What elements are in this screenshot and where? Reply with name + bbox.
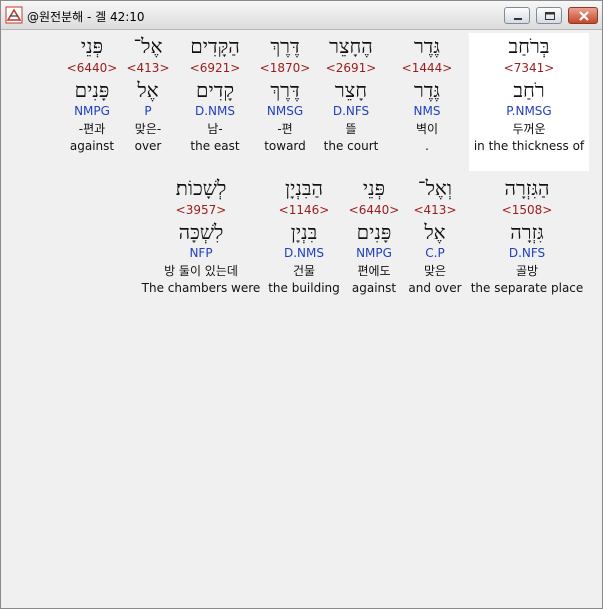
korean-gloss: 맞은 [423, 264, 447, 278]
word-cell[interactable]: הַבִּנְיָן <1146> בִּנְיָן D.NMS 건물 the … [267, 175, 341, 313]
korean-gloss: 골방 [515, 264, 539, 278]
hebrew-word: פְּנֵי [80, 34, 104, 58]
korean-gloss: -편 [277, 122, 293, 136]
word-cell[interactable]: הַגִּזְרָה <1508> גִּזְרָה D.NFS 골방 the … [469, 175, 585, 313]
korean-gloss: 건물 [292, 264, 316, 278]
hebrew-word: הַבִּנְיָן [285, 176, 323, 200]
strong-number[interactable]: <3957> [141, 201, 261, 219]
morphology-code: P [144, 104, 152, 118]
morphology-code: D.NMS [283, 246, 324, 260]
english-gloss: toward [264, 139, 306, 153]
lemma-word: בִּנְיָן [290, 220, 318, 244]
strong-number[interactable]: <7341> [469, 59, 589, 77]
lemma-word: חָצֵר [334, 78, 368, 102]
lemma-word: גִּזְרָה [510, 220, 544, 244]
lemma-word: אֶל [137, 78, 159, 102]
english-gloss: the separate place [470, 281, 584, 295]
hebrew-word: דֶּרֶךְ [270, 34, 300, 58]
word-cell[interactable]: בְּרֹחַב <7341> רֹחַב P.NMSG 두꺼운 in the … [469, 33, 589, 171]
korean-gloss: 뜰 [345, 122, 357, 136]
lemma-word: אֶל [424, 220, 446, 244]
strong-number[interactable]: <1146> [267, 201, 341, 219]
word-cell[interactable]: וְאֶל־ <413> אֶל C.P 맞은 and over [405, 175, 465, 313]
strong-number[interactable]: <6440> [345, 201, 403, 219]
hebrew-word: הֶחָצֵר [329, 34, 373, 58]
morphology-code: D.NFS [508, 246, 546, 260]
morphology-code: NMS [413, 104, 441, 118]
lemma-word: פָּנִים [356, 220, 392, 244]
minimize-button[interactable] [504, 7, 530, 24]
strong-number[interactable]: <1870> [255, 59, 315, 77]
strong-number[interactable]: <1508> [469, 201, 585, 219]
strong-number[interactable]: <1444> [397, 59, 457, 77]
morphology-code: NFP [189, 246, 213, 260]
morphology-code: NMSG [266, 104, 304, 118]
hebrew-word: בְּרֹחַב [508, 34, 550, 58]
english-gloss: The chambers were [141, 281, 261, 295]
morphology-code: C.P [425, 246, 445, 260]
word-cell[interactable]: גֶּדֶר <1444> גֶּדֶר NMS 벽이 . [397, 33, 457, 171]
english-gloss: the building [268, 281, 340, 295]
title-bar[interactable]: @원전분해 - 겔 42:10 [1, 1, 602, 30]
close-button[interactable] [568, 7, 598, 24]
korean-gloss: 남- [207, 122, 223, 136]
lemma-word: פָּנִים [74, 78, 110, 102]
korean-gloss: 맞은- [134, 122, 162, 136]
word-cell[interactable]: לְשָׁכוֹת׃ <3957> לִשְׁכָּה NFP 방 둘이 있는데… [141, 175, 261, 313]
english-gloss: over [134, 139, 162, 153]
korean-gloss: -편과 [78, 122, 106, 136]
window-title: @원전분해 - 겔 42:10 [27, 10, 145, 24]
morphology-code: NMPG [74, 104, 110, 118]
word-cell[interactable]: הַקָּדִים <6921> קָדִים D.NMS 남- the eas… [181, 33, 249, 171]
hebrew-word: פְּנֵי [362, 176, 386, 200]
hebrew-word: לְשָׁכוֹת׃ [175, 176, 227, 200]
hebrew-word: הַקָּדִים [190, 34, 240, 58]
morphology-code: D.NFS [332, 104, 370, 118]
strong-number[interactable]: <6440> [63, 59, 121, 77]
app-window: @원전분해 - 겔 42:10 בְּרֹחַב <7341> רֹחַב P.… [0, 0, 603, 609]
lemma-word: דֶּרֶךְ [270, 78, 300, 102]
word-cell[interactable]: אֶל־ <413> אֶל P 맞은- over [123, 33, 173, 171]
hebrew-word: וְאֶל־ [417, 176, 453, 200]
lemma-word: רֹחַב [513, 78, 545, 102]
strong-number[interactable]: <413> [405, 201, 465, 219]
korean-gloss: 방 둘이 있는데 [164, 264, 238, 278]
english-gloss: against [69, 139, 115, 153]
hebrew-word: גֶּדֶר [413, 34, 441, 58]
maximize-icon [545, 12, 555, 20]
korean-gloss: 편에도 [357, 264, 391, 278]
morphology-code: P.NMSG [506, 104, 552, 118]
word-cell[interactable]: פְּנֵי <6440> פָּנִים NMPG 편에도 against [345, 175, 403, 313]
minimize-icon [514, 18, 522, 20]
strong-number[interactable]: <2691> [317, 59, 385, 77]
word-cell[interactable]: דֶּרֶךְ <1870> דֶּרֶךְ NMSG -편 toward [255, 33, 315, 171]
english-gloss: the east [190, 139, 240, 153]
word-cell[interactable]: פְּנֵי <6440> פָּנִים NMPG -편과 against [63, 33, 121, 171]
english-gloss: in the thickness of [473, 139, 585, 153]
english-gloss: the court [323, 139, 379, 153]
lemma-word: לִשְׁכָּה [178, 220, 224, 244]
lemma-word: קָדִים [195, 78, 235, 102]
korean-gloss: 벽이 [415, 122, 439, 136]
strong-number[interactable]: <6921> [181, 59, 249, 77]
morphology-code: NMPG [356, 246, 392, 260]
interlinear-panel: בְּרֹחַב <7341> רֹחַב P.NMSG 두꺼운 in the … [1, 30, 602, 608]
english-gloss: and over [408, 281, 462, 295]
korean-gloss: 두꺼운 [512, 122, 546, 136]
maximize-button[interactable] [536, 7, 562, 24]
morphology-code: D.NMS [194, 104, 235, 118]
strong-number[interactable]: <413> [123, 59, 173, 77]
hebrew-word: אֶל־ [133, 34, 163, 58]
word-cell[interactable]: הֶחָצֵר <2691> חָצֵר D.NFS 뜰 the court [317, 33, 385, 171]
english-gloss: . [425, 139, 429, 153]
close-icon [579, 11, 589, 21]
english-gloss: against [351, 281, 397, 295]
lemma-word: גֶּדֶר [413, 78, 441, 102]
hebrew-word: הַגִּזְרָה [504, 176, 550, 200]
bible-app-icon[interactable] [5, 6, 23, 24]
